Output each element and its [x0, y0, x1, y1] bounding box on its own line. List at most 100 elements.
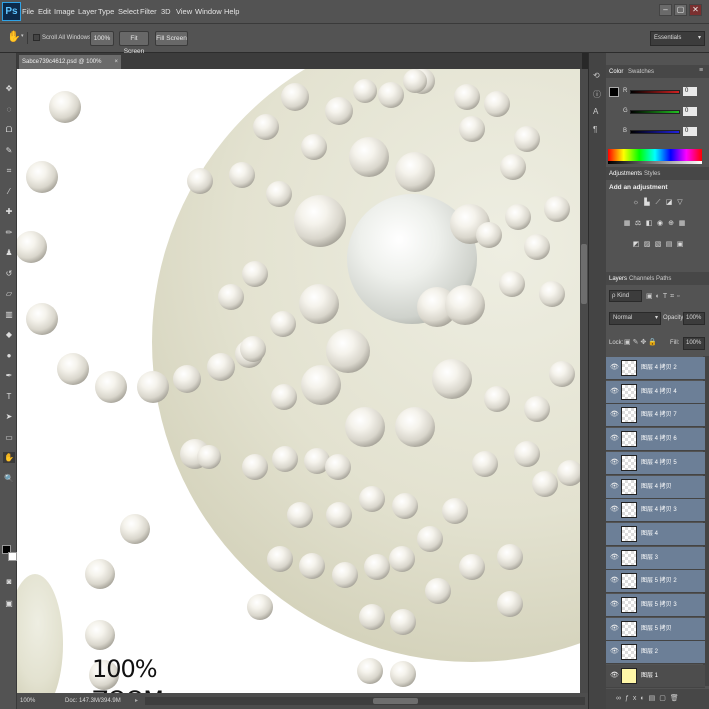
- tab-layers[interactable]: Layers: [609, 273, 627, 285]
- visibility-eye-icon[interactable]: 👁: [610, 459, 619, 467]
- brush-tool-icon[interactable]: ✏: [3, 227, 15, 238]
- workspace-switcher[interactable]: Essentials ▾: [650, 31, 705, 46]
- brightness-contrast-icon[interactable]: ☼: [632, 199, 640, 207]
- layer-row[interactable]: 👁 图层 4 拷贝 4: [606, 380, 705, 404]
- layer-row[interactable]: 👁 图层 4 拷贝 7: [606, 404, 705, 428]
- visibility-eye-icon[interactable]: 👁: [610, 625, 619, 633]
- vertical-scrollbar[interactable]: [580, 69, 588, 693]
- tab-adjustments[interactable]: Adjustments: [609, 168, 642, 180]
- layer-row[interactable]: 图层 4: [606, 522, 705, 546]
- pen-tool-icon[interactable]: ✒: [3, 370, 15, 381]
- posterize-icon[interactable]: ▨: [643, 241, 651, 249]
- layer-filter-icons[interactable]: ▣◐T⌗▫: [646, 292, 683, 301]
- visibility-eye-icon[interactable]: 👁: [610, 364, 619, 372]
- channel-mixer-icon[interactable]: ⊕: [667, 220, 675, 228]
- layer-row[interactable]: 👁 图层 4 拷贝 5: [606, 451, 705, 475]
- background-color-icon[interactable]: [8, 552, 17, 561]
- hand-tool-icon[interactable]: ✋: [3, 452, 15, 463]
- visibility-eye-icon[interactable]: 👁: [610, 506, 619, 514]
- fit-screen-button[interactable]: Fit Screen: [119, 31, 149, 55]
- status-zoom[interactable]: 100%: [20, 693, 35, 709]
- menu-3d[interactable]: 3D: [161, 0, 171, 24]
- history-panel-icon[interactable]: ⟲: [593, 71, 603, 81]
- menu-layer[interactable]: Layer: [78, 0, 97, 24]
- visibility-eye-icon[interactable]: 👁: [610, 648, 619, 656]
- color-spectrum-ramp[interactable]: [608, 149, 702, 161]
- opacity-field[interactable]: 100%: [683, 312, 705, 325]
- tab-channels[interactable]: Channels: [629, 273, 654, 285]
- tool-preset-dropdown-icon[interactable]: ▾: [21, 33, 24, 39]
- visibility-eye-icon[interactable]: 👁: [610, 577, 619, 585]
- threshold-icon[interactable]: ▧: [654, 241, 662, 249]
- path-select-icon[interactable]: ➤: [3, 411, 15, 422]
- dodge-tool-icon[interactable]: ●: [3, 350, 15, 361]
- document-tab[interactable]: Sabce739c4612.psd @ 100% (RGB/8) ×: [19, 55, 121, 79]
- character-panel-icon[interactable]: A: [593, 107, 603, 117]
- zoom-tool-icon[interactable]: 🔍: [3, 473, 15, 484]
- black-white-icon[interactable]: ◧: [645, 220, 653, 228]
- channel-value-r[interactable]: 0: [683, 87, 697, 96]
- color-balance-icon[interactable]: ⚖: [634, 220, 642, 228]
- channel-slider-r[interactable]: [630, 90, 680, 94]
- blur-tool-icon[interactable]: ◆: [3, 329, 15, 340]
- blend-mode-select[interactable]: Normal ▾: [609, 312, 661, 325]
- visibility-eye-icon[interactable]: 👁: [610, 672, 619, 680]
- crop-tool-icon[interactable]: ⌗: [3, 165, 15, 176]
- layer-row[interactable]: 👁 图层 3: [606, 546, 705, 570]
- layer-row[interactable]: 👁 图层 2: [606, 641, 705, 665]
- layer-row[interactable]: 👁 图层 5 拷贝: [606, 617, 705, 641]
- menu-view[interactable]: View: [176, 0, 192, 24]
- marquee-tool-icon[interactable]: ◌: [3, 104, 15, 115]
- channel-slider-g[interactable]: [630, 110, 680, 114]
- menu-filter[interactable]: Filter: [140, 0, 157, 24]
- curves-icon[interactable]: ⟋: [654, 199, 662, 207]
- visibility-eye-icon[interactable]: 👁: [610, 435, 619, 443]
- selective-color-icon[interactable]: ▣: [676, 241, 684, 249]
- healing-brush-icon[interactable]: ✚: [3, 206, 15, 217]
- properties-panel-icon[interactable]: ⓘ: [593, 89, 603, 99]
- menu-image[interactable]: Image: [54, 0, 75, 24]
- shape-tool-icon[interactable]: ▭: [3, 432, 15, 443]
- maximize-button[interactable]: ▢: [674, 4, 687, 16]
- layer-row[interactable]: 👁 图层 4 拷贝 2: [606, 357, 705, 380]
- fill-screen-button[interactable]: Fill Screen: [155, 31, 188, 46]
- visibility-eye-icon[interactable]: 👁: [610, 554, 619, 562]
- menu-type[interactable]: Type: [98, 0, 114, 24]
- tab-styles[interactable]: Styles: [644, 168, 660, 180]
- layer-row[interactable]: 👁 图层 1: [606, 665, 705, 689]
- layer-row[interactable]: 👁 图层 4 拷贝: [606, 475, 705, 499]
- layer-filter-kind[interactable]: ρ Kind: [609, 290, 642, 302]
- layer-row[interactable]: 👁 图层 5 拷贝 3: [606, 594, 705, 617]
- layer-row[interactable]: 👁 图层 4 拷贝 3: [606, 499, 705, 523]
- move-tool-icon[interactable]: ✥: [3, 83, 15, 94]
- status-menu-arrow-icon[interactable]: ▸: [135, 693, 138, 709]
- gradient-map-icon[interactable]: ▤: [665, 241, 673, 249]
- tab-swatches[interactable]: Swatches: [628, 66, 654, 78]
- screen-mode-icon[interactable]: ▣: [3, 598, 15, 609]
- menu-window[interactable]: Window: [195, 0, 222, 24]
- menu-edit[interactable]: Edit: [38, 0, 51, 24]
- horizontal-scrollbar[interactable]: [145, 697, 585, 705]
- history-brush-icon[interactable]: ↺: [3, 268, 15, 279]
- color-lookup-icon[interactable]: ▦: [678, 220, 686, 228]
- fill-field[interactable]: 100%: [683, 337, 705, 350]
- vertical-scroll-thumb[interactable]: [581, 244, 587, 304]
- hand-tool-icon[interactable]: ✋: [7, 30, 21, 44]
- quick-mask-icon[interactable]: ◙: [3, 576, 15, 587]
- eyedropper-tool-icon[interactable]: ⁄: [3, 186, 15, 197]
- clone-stamp-icon[interactable]: ♟: [3, 247, 15, 258]
- channel-value-b[interactable]: 0: [683, 127, 697, 136]
- menu-file[interactable]: File: [22, 0, 34, 24]
- channel-slider-b[interactable]: [630, 130, 680, 134]
- minimize-button[interactable]: –: [659, 4, 672, 16]
- layer-row[interactable]: 👁 图层 5 拷贝 2: [606, 570, 705, 594]
- layer-row[interactable]: 👁 图层 4 拷贝 6: [606, 428, 705, 452]
- gradient-tool-icon[interactable]: ▥: [3, 309, 15, 320]
- levels-icon[interactable]: ▙: [643, 199, 651, 207]
- channel-value-g[interactable]: 0: [683, 107, 697, 116]
- visibility-eye-icon[interactable]: 👁: [610, 601, 619, 609]
- visibility-eye-icon[interactable]: 👁: [610, 483, 619, 491]
- exposure-icon[interactable]: ◪: [665, 199, 673, 207]
- close-tab-icon[interactable]: ×: [114, 55, 118, 69]
- photo-filter-icon[interactable]: ◉: [656, 220, 664, 228]
